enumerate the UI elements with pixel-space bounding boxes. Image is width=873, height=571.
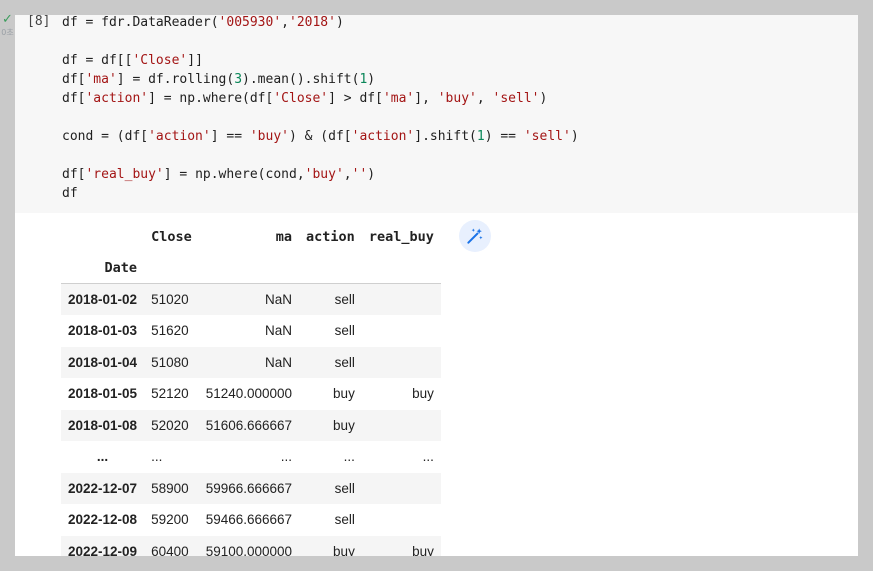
cell-close: 59200 [151,512,189,528]
cell-ma: 59466.666667 [205,512,293,528]
dataframe-output: Close ma action real_buy Date 2018-01-02… [61,221,441,556]
cell-ma: 51606.666667 [205,417,293,433]
cell-ma: ... [280,449,293,465]
table-row: ............... [61,441,441,473]
table-row: 2018-01-08 52020 51606.666667 buy [61,409,441,442]
cell-action: sell [334,323,355,339]
execution-count: [8] [27,15,51,29]
cell-ma: 51240.000000 [205,386,293,402]
cell-real-buy [362,347,441,379]
cell-close: ... [151,449,163,465]
index-name: Date [104,259,138,276]
cell-action: sell [334,292,355,307]
cell-real-buy: buy [412,543,434,556]
dataframe-body: 2018-01-02 51020 NaN sell 2018-01-03 51620 NaN… [61,283,441,556]
cell-close: 52020 [151,417,189,433]
run-time-label: 0초 [1,28,14,37]
cell-ma: NaN [265,354,293,370]
cell-real-buy [362,284,441,316]
column-header: action [306,228,355,245]
table-row: 2018-01-04 51080 NaN sell [61,346,441,379]
column-header: real_buy [368,228,434,245]
column-header-row: Close ma action real_buy [61,221,441,252]
cell-close: 58900 [151,480,189,496]
cell-action: buy [333,417,355,433]
cell-action: sell [334,354,355,370]
cell-real-buy [362,410,441,442]
cell-close: 52120 [151,386,189,402]
row-index: ... [96,449,109,465]
notebook-cell[interactable]: df = fdr.DataReader('005930','2018') df … [15,15,858,556]
cell-close: 51620 [151,323,189,339]
row-index: 2022-12-09 [68,543,138,556]
row-index: 2018-01-08 [68,417,138,433]
row-index: 2018-01-04 [68,354,138,370]
row-index: 2018-01-05 [68,386,138,402]
dataframe-table: Close ma action real_buy Date 2018-01-02… [61,221,441,556]
cell-action: buy [333,543,355,556]
column-header: Close [151,228,192,245]
magic-wand-icon [467,228,483,244]
cell-action: sell [334,480,355,496]
cell-gutter: ✓ 0초 [1,12,29,53]
row-index: 2018-01-02 [68,292,138,307]
table-row: 2018-01-03 51620 NaN sell [61,315,441,347]
cell-real-buy [362,315,441,347]
table-row: 2022-12-09 60400 59100.000000 buy buy [61,535,441,556]
table-row: 2022-12-07 58900 59966.666667 sell [61,472,441,505]
row-index: 2018-01-03 [68,323,138,339]
cell-close: 51020 [151,292,189,307]
cell-action: ... [343,449,355,465]
cell-real-buy [362,504,441,536]
cell-close: 51080 [151,354,189,370]
cell-real-buy [362,473,441,505]
table-row: 2018-01-02 51020 NaN sell [61,283,441,316]
table-row: 2018-01-05 52120 51240.000000 buy buy [61,378,441,410]
cell-ma: NaN [265,292,293,307]
cell-action: sell [334,512,355,528]
column-header: ma [275,228,293,245]
code-text[interactable]: df = fdr.DataReader('005930','2018') df … [62,15,579,203]
index-header-blank [61,221,144,252]
cell-real-buy: ... [422,449,434,465]
row-index: 2022-12-07 [68,480,138,496]
cell-ma: NaN [265,323,293,339]
cell-ma: 59100.000000 [205,543,293,556]
magic-wand-button[interactable] [459,220,491,252]
cell-action: buy [333,386,355,402]
cell-real-buy: buy [412,386,434,402]
table-row: 2022-12-08 59200 59466.666667 sell [61,504,441,536]
cell-close: 60400 [151,543,189,556]
code-editor[interactable]: df = fdr.DataReader('005930','2018') df … [15,15,858,213]
index-name-row: Date [61,252,441,284]
cell-ma: 59966.666667 [205,480,293,496]
row-index: 2022-12-08 [68,512,138,528]
